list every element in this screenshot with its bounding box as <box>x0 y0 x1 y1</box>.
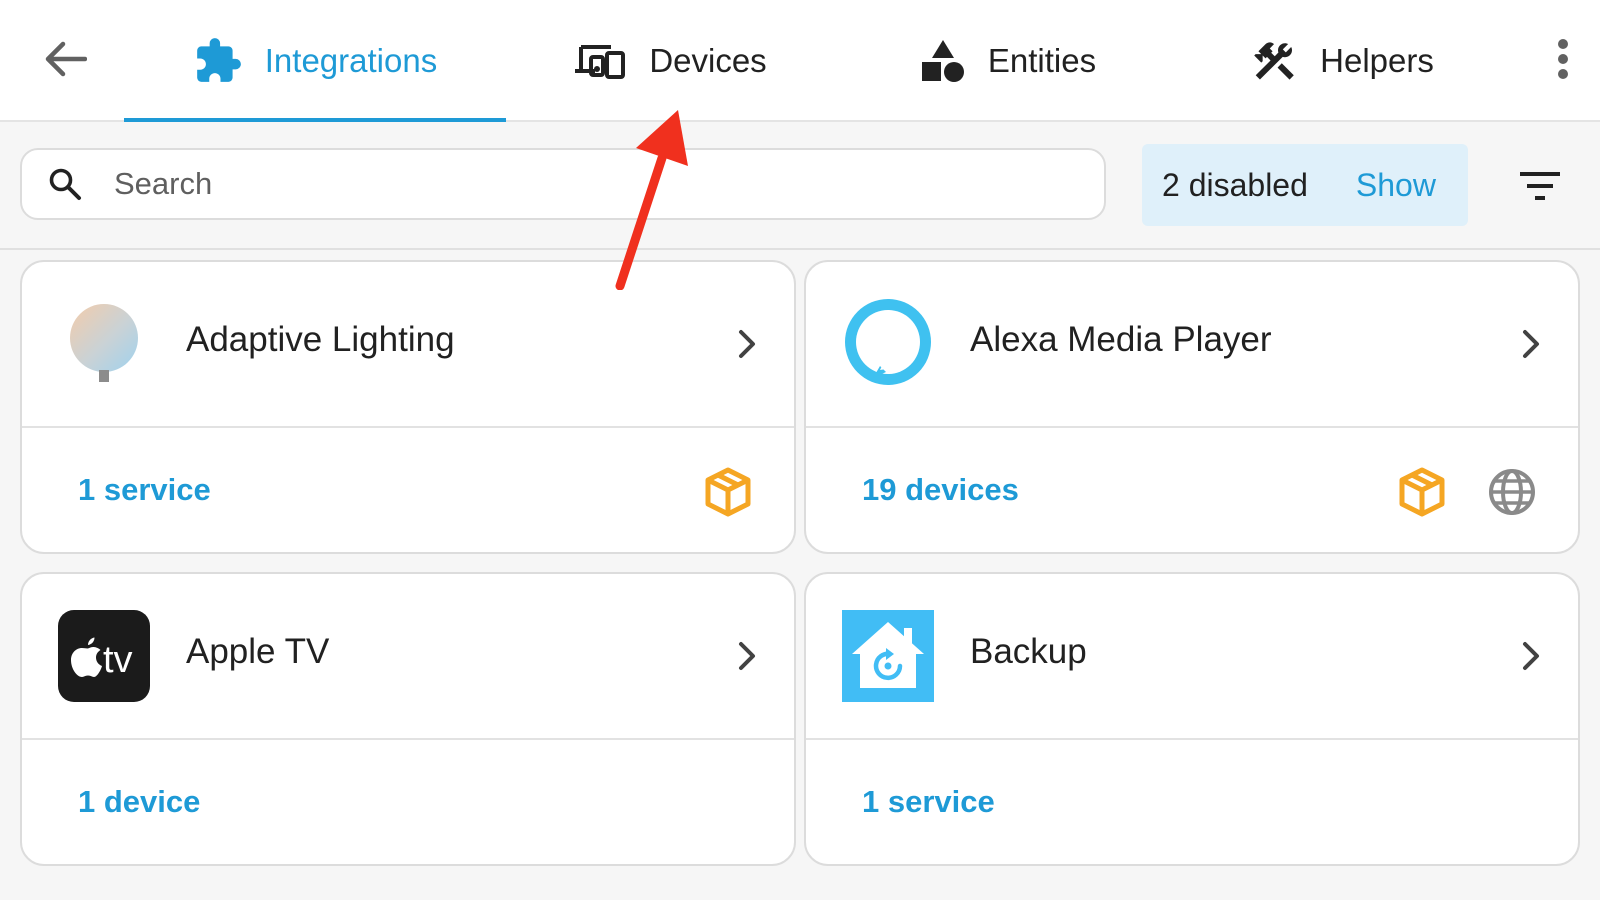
integration-card: tv Apple TV 1 device <box>20 572 796 866</box>
overflow-menu-button[interactable] <box>1536 32 1590 86</box>
tab-devices-label: Devices <box>649 42 767 79</box>
back-button[interactable] <box>36 30 94 88</box>
integration-card: Adaptive Lighting 1 service <box>20 260 796 554</box>
integration-card-header[interactable]: Backup <box>806 574 1578 740</box>
integration-card: Alexa Media Player 19 devices <box>804 260 1580 554</box>
integration-name: Backup <box>970 632 1087 671</box>
chevron-right-icon <box>1523 330 1539 358</box>
integration-card-header[interactable]: Alexa Media Player <box>806 262 1578 428</box>
devices-icon <box>573 39 627 83</box>
backup-logo <box>840 608 936 704</box>
filter-icon <box>1520 172 1560 200</box>
devices-link[interactable]: 1 device <box>78 784 200 820</box>
chevron-right-icon <box>1523 642 1539 670</box>
puzzle-icon <box>193 36 243 86</box>
apple-tv-logo-text: tv <box>103 639 133 681</box>
show-disabled-button[interactable]: Show <box>1356 167 1436 204</box>
search-input[interactable] <box>112 165 1016 203</box>
disabled-count-text: 2 disabled <box>1162 166 1308 203</box>
custom-integration-icon <box>1399 467 1445 517</box>
apple-tv-logo: tv <box>56 608 152 704</box>
search-icon <box>48 167 82 201</box>
top-app-bar: Integrations Devices Entities Helpers <box>0 0 1600 122</box>
back-arrow-icon <box>45 41 87 77</box>
integration-name: Adaptive Lighting <box>186 320 455 359</box>
tab-helpers[interactable]: Helpers <box>1250 0 1434 122</box>
alexa-logo <box>840 296 936 392</box>
integration-card: Backup 1 service <box>804 572 1580 866</box>
tab-integrations-label: Integrations <box>264 42 438 79</box>
tab-helpers-label: Helpers <box>1320 42 1434 79</box>
services-link[interactable]: 1 service <box>862 784 995 820</box>
filter-button[interactable] <box>1512 158 1568 214</box>
tools-icon <box>1250 37 1298 85</box>
integration-card-header[interactable]: tv Apple TV <box>22 574 794 740</box>
tab-entities[interactable]: Entities <box>910 0 1106 122</box>
services-link[interactable]: 1 service <box>78 472 211 508</box>
search-field[interactable] <box>20 148 1106 220</box>
shapes-icon <box>920 38 966 84</box>
tab-entities-label: Entities <box>987 42 1097 79</box>
more-vertical-icon <box>1558 39 1568 79</box>
integration-name: Apple TV <box>186 632 330 671</box>
integration-name: Alexa Media Player <box>970 320 1272 359</box>
chevron-right-icon <box>739 642 755 670</box>
disabled-integrations-chip: 2 disabled Show <box>1142 144 1468 226</box>
custom-integration-icon <box>705 467 751 517</box>
adaptive-lighting-logo <box>56 296 152 392</box>
cloud-polling-globe-icon <box>1489 469 1535 515</box>
chevron-right-icon <box>739 330 755 358</box>
devices-link[interactable]: 19 devices <box>862 472 1019 508</box>
tab-integrations[interactable]: Integrations <box>124 0 506 122</box>
search-toolbar: 2 disabled Show <box>0 122 1600 250</box>
annotation-arrow-icon <box>615 110 688 290</box>
